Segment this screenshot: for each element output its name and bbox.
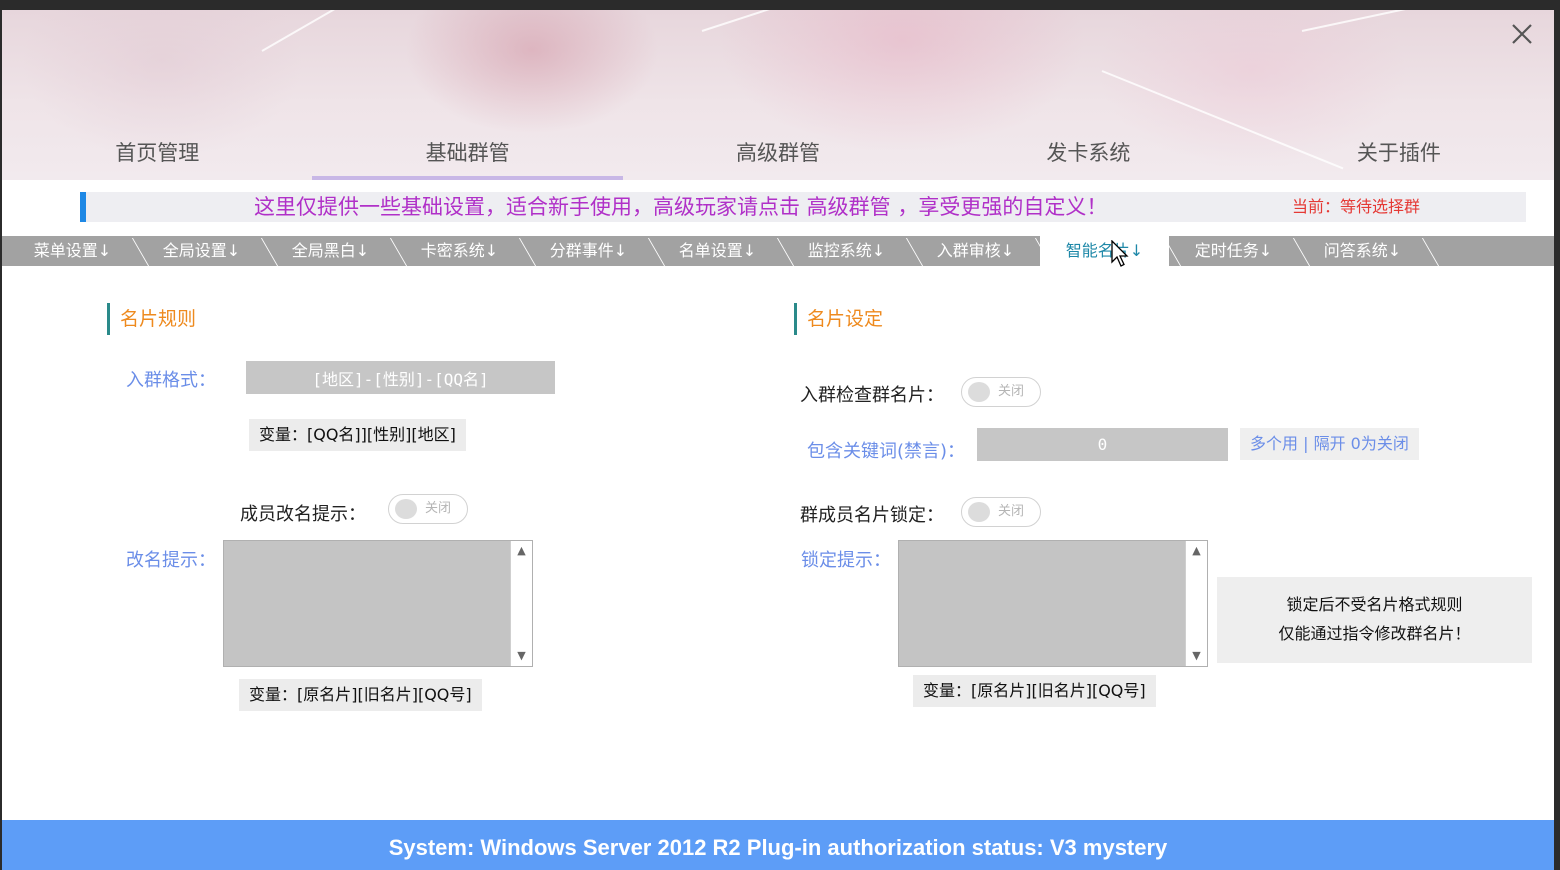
header-banner: 首页管理 基础群管 高级群管 发卡系统 关于插件 [2,10,1554,180]
join-format-input[interactable] [246,361,555,394]
scroll-up-icon[interactable]: ▲ [1186,541,1207,561]
subtab-join-review[interactable]: 入群审核↓ [911,236,1040,266]
rename-vars: 变量：[原名片][旧名片][QQ号] [239,679,482,711]
nav-about-plugin[interactable]: 关于插件 [1244,128,1554,180]
subtab-global-settings[interactable]: 全局设置↓ [137,236,266,266]
subtab-qa-system[interactable]: 问答系统↓ [1298,236,1427,266]
rename-notice-label: 成员改名提示： [240,504,366,525]
keywords-hint: 多个用 | 隔开 0为关闭 [1240,428,1419,460]
keywords-label: 包含关键词(禁言)： [807,441,966,462]
lock-info-line2: 仅能通过指令修改群名片！ [1278,624,1471,643]
scrollbar[interactable]: ▲ ▼ [1185,541,1207,666]
rename-hint-label: 改名提示： [126,550,216,571]
toggle-label: 关闭 [425,501,452,516]
subtab-global-blackwhite[interactable]: 全局黑白↓ [266,236,395,266]
nav-basic-group[interactable]: 基础群管 [312,128,624,180]
mouse-cursor-icon [1111,240,1129,267]
scroll-up-icon[interactable]: ▲ [511,541,532,561]
nav-advanced-group[interactable]: 高级群管 [623,128,933,180]
nav-card-system[interactable]: 发卡系统 [933,128,1243,180]
toggle-knob [968,502,990,522]
sub-tab-bar: 菜单设置↓ 全局设置↓ 全局黑白↓ 卡密系统↓ 分群事件↓ 名单设置↓ 监控系统… [2,236,1554,266]
toggle-knob [395,499,417,519]
lock-vars: 变量：[原名片][旧名片][QQ号] [913,675,1156,707]
toggle-label: 关闭 [998,504,1025,519]
lock-card-label: 群成员名片锁定： [800,505,944,526]
notice-text: 这里仅提供一些基础设置，适合新手使用，高级玩家请点击 高级群管 ，享受更强的自定… [254,195,1108,219]
scroll-down-icon[interactable]: ▼ [1186,646,1207,666]
subtab-card-key[interactable]: 卡密系统↓ [395,236,524,266]
lock-hint-textarea[interactable] [899,541,1185,666]
keywords-input[interactable] [977,428,1228,461]
lock-hint-label: 锁定提示： [801,550,891,571]
section-title-card-settings: 名片设定 [794,303,883,335]
join-format-label: 入群格式： [126,370,216,391]
main-nav: 首页管理 基础群管 高级群管 发卡系统 关于插件 [2,128,1554,180]
check-card-label: 入群检查群名片： [800,385,944,406]
lock-card-toggle[interactable]: 关闭 [961,497,1041,527]
rename-hint-textarea-wrap: ▲ ▼ [223,540,533,667]
lock-hint-textarea-wrap: ▲ ▼ [898,540,1208,667]
scroll-down-icon[interactable]: ▼ [511,646,532,666]
nav-home[interactable]: 首页管理 [2,128,312,180]
rename-notice-toggle[interactable]: 关闭 [388,494,468,524]
close-icon[interactable] [1508,20,1536,48]
rename-hint-textarea[interactable] [224,541,510,666]
subtab-menu-settings[interactable]: 菜单设置↓ [8,236,137,266]
subtab-monitor[interactable]: 监控系统↓ [782,236,911,266]
section-title-card-rules: 名片规则 [107,303,196,335]
check-card-toggle[interactable]: 关闭 [961,377,1041,407]
lock-info-box: 锁定后不受名片格式规则 仅能通过指令修改群名片！ [1217,577,1532,663]
subtab-group-events[interactable]: 分群事件↓ [524,236,653,266]
toggle-label: 关闭 [998,384,1025,399]
scrollbar[interactable]: ▲ ▼ [510,541,532,666]
subtab-smart-card[interactable]: 智能名片↓ [1040,236,1169,266]
toggle-knob [968,382,990,402]
lock-info-line1: 锁定后不受名片格式规则 [1286,595,1463,614]
status-footer: System: Windows Server 2012 R2 Plug-in a… [2,820,1554,870]
main-window: 首页管理 基础群管 高级群管 发卡系统 关于插件 这里仅提供一些基础设置，适合新… [2,10,1554,870]
current-group-status: 当前：等待选择群 [1291,197,1420,216]
join-format-vars: 变量：[QQ名]][性别][地区] [249,419,466,451]
subtab-scheduled-tasks[interactable]: 定时任务↓ [1169,236,1298,266]
subtab-list-settings[interactable]: 名单设置↓ [653,236,782,266]
notice-bar: 这里仅提供一些基础设置，适合新手使用，高级玩家请点击 高级群管 ，享受更强的自定… [80,192,1526,222]
